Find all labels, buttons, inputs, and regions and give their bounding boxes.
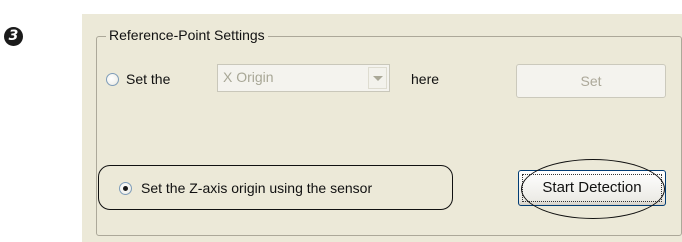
start-detection-label: Start Detection — [542, 179, 642, 196]
set-button[interactable]: Set — [516, 64, 666, 98]
origin-axis-dropdown[interactable]: X Origin — [217, 64, 390, 92]
start-detection-button[interactable]: Start Detection — [518, 170, 666, 206]
origin-axis-dropdown-value: X Origin — [223, 69, 274, 85]
dropdown-arrow-button[interactable] — [368, 67, 387, 89]
sensor-radio-button[interactable] — [119, 182, 132, 195]
group-title: Reference-Point Settings — [106, 26, 268, 44]
sensor-option-label: Set the Z-axis origin using the sensor — [141, 180, 373, 196]
radio-selected-dot — [123, 186, 128, 191]
chevron-down-icon — [373, 76, 383, 81]
origin-option-prefix: Set the — [126, 71, 171, 87]
origin-option-suffix: here — [411, 71, 440, 87]
origin-radio-button[interactable] — [106, 73, 119, 86]
step-number-badge: 3 — [4, 27, 23, 46]
